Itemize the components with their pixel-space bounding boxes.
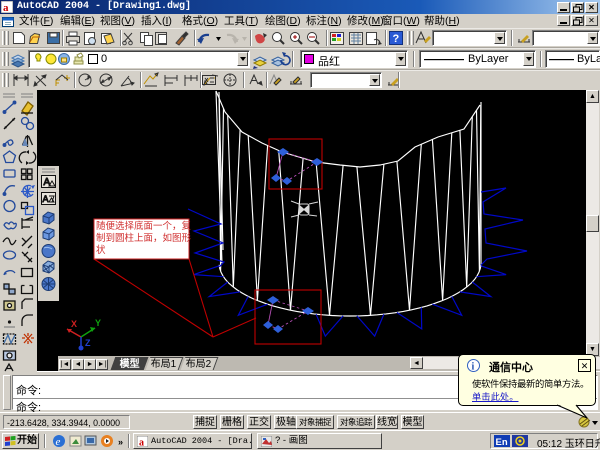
svg-text:随便选择底面一个，复: 随便选择底面一个，复 <box>96 220 192 232</box>
svg-text:i: i <box>472 362 475 373</box>
svg-text:a: a <box>3 2 9 13</box>
svg-text:Y: Y <box>95 318 101 328</box>
svg-text:»: » <box>118 437 123 447</box>
svg-text:A: A <box>43 194 49 204</box>
svg-text:e: e <box>56 436 61 448</box>
svg-text:制到圆柱上面，如图形: 制到圆柱上面，如图形 <box>96 232 192 244</box>
svg-text:En: En <box>496 437 508 448</box>
svg-text:X: X <box>71 319 77 329</box>
svg-text:状: 状 <box>96 244 106 256</box>
svg-text:Z: Z <box>85 338 91 348</box>
svg-text:a: a <box>139 438 144 448</box>
svg-text:?: ? <box>393 33 400 45</box>
